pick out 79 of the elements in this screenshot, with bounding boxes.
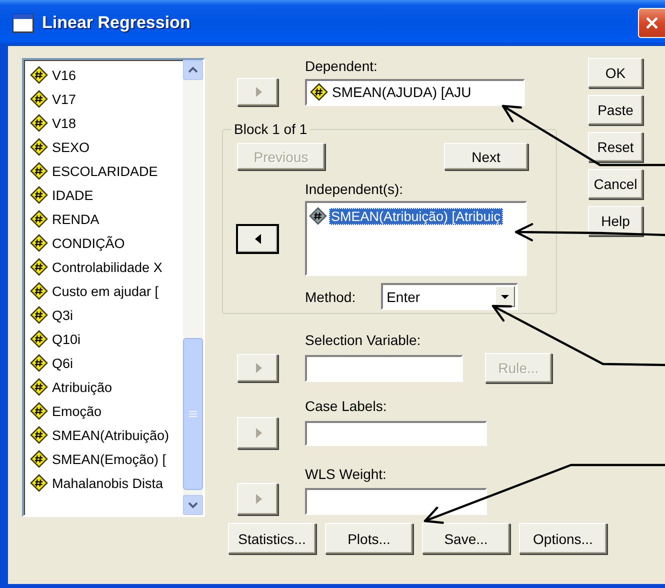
input-field[interactable] xyxy=(305,488,487,515)
variable-item[interactable]: ESCOLARIDADE xyxy=(52,164,158,178)
scale-variable-icon xyxy=(310,83,328,101)
independents-list[interactable]: SMEAN(Atribuição) [Atribuiç xyxy=(305,201,527,276)
variable-list[interactable]: V16 V17 V18 SEXO ESCOLARIDADE IDADE RENDA CONDIÇÃO Controlabilidade X Custo em ajudar [ Q3i Q10i Q6i Atribuição Emoção SMEAN(Atribuição) SMEAN(Emoção) [ Mahalanobis Dista xyxy=(22,58,205,517)
variable-item[interactable]: Mahalanobis Dista xyxy=(52,476,164,490)
variable-item[interactable]: V16 xyxy=(52,68,76,82)
scale-variable-icon xyxy=(30,162,48,180)
close-button[interactable] xyxy=(638,8,665,38)
scale-variable-icon xyxy=(30,258,48,276)
scroll-thumb[interactable] xyxy=(183,338,203,490)
scale-variable-icon xyxy=(30,90,48,108)
next-button[interactable]: Next xyxy=(444,143,528,170)
variable-item[interactable]: Q3i xyxy=(52,308,74,322)
close-icon xyxy=(645,16,659,30)
variable-item[interactable]: V17 xyxy=(52,92,76,106)
scrollbar[interactable] xyxy=(183,60,203,515)
scale-variable-icon xyxy=(30,66,48,84)
scale-variable-icon xyxy=(30,450,48,468)
scale-variable-icon xyxy=(30,210,48,228)
field-label: Case Labels: xyxy=(304,398,388,414)
field-label: Method: xyxy=(305,288,356,304)
options-button[interactable]: Options... xyxy=(519,523,607,554)
window-title: Linear Regression xyxy=(42,13,190,33)
scale-variable-icon xyxy=(30,402,48,420)
dependent-field[interactable]: SMEAN(AJUDA) [AJU xyxy=(305,78,525,106)
field-label: Independent(s): xyxy=(304,181,404,197)
scroll-up-button[interactable] xyxy=(183,60,203,80)
variable-item[interactable]: Custo em ajudar [ xyxy=(52,284,159,298)
method-dropdown[interactable]: Enter xyxy=(380,283,518,310)
variable-item[interactable]: IDADE xyxy=(52,188,94,202)
window-icon xyxy=(12,13,34,33)
variable-item[interactable]: Q6i xyxy=(52,356,74,370)
scale-variable-icon xyxy=(30,306,48,324)
ok-button[interactable]: OK xyxy=(588,58,643,88)
variable-item[interactable]: V18 xyxy=(52,116,76,130)
scale-variable-icon xyxy=(30,282,48,300)
scale-variable-icon xyxy=(30,426,48,444)
scale-variable-icon xyxy=(30,354,48,372)
reset-button[interactable]: Reset xyxy=(588,132,643,162)
save-button[interactable]: Save... xyxy=(422,523,510,554)
chevron-up-icon xyxy=(188,66,198,74)
variable-item[interactable]: SMEAN(Atribuição) xyxy=(52,428,170,442)
caret-icon xyxy=(500,294,510,300)
field-label: Selection Variable: xyxy=(304,332,422,348)
dropdown-value: Enter xyxy=(386,288,422,304)
cancel-button[interactable]: Cancel xyxy=(588,169,643,199)
grip-icon xyxy=(189,410,197,418)
scale-variable-icon xyxy=(30,114,48,132)
variable-item[interactable]: Controlabilidade X xyxy=(52,260,162,274)
statistics-button[interactable]: Statistics... xyxy=(228,523,316,554)
variable-item[interactable]: Q10i xyxy=(52,332,81,346)
list-item[interactable]: SMEAN(Atribuição) [Atribuiç xyxy=(329,208,503,224)
plots-button[interactable]: Plots... xyxy=(325,523,413,554)
variable-item[interactable]: Emoção xyxy=(52,404,102,418)
scale-variable-icon xyxy=(30,234,48,252)
variable-item[interactable]: SMEAN(Emoção) [ xyxy=(52,452,166,466)
dropdown-button[interactable] xyxy=(494,286,515,307)
move-arrow-button[interactable] xyxy=(237,224,278,252)
scale-variable-icon xyxy=(30,186,48,204)
input-field[interactable] xyxy=(305,354,463,382)
chevron-down-icon xyxy=(188,501,198,509)
variable-item[interactable]: CONDIÇÃO xyxy=(52,236,125,250)
input-field[interactable] xyxy=(305,420,487,446)
group-title: Block 1 of 1 xyxy=(233,121,308,137)
variable-item[interactable]: Atribuição xyxy=(52,380,112,394)
scale-variable-icon xyxy=(30,138,48,156)
field-value: SMEAN(AJUDA) [AJU xyxy=(332,84,472,100)
scale-variable-icon xyxy=(30,378,48,396)
scale-variable-icon xyxy=(30,474,48,492)
paste-button[interactable]: Paste xyxy=(588,95,643,125)
help-button[interactable]: Help xyxy=(588,206,643,236)
variable-item[interactable]: RENDA xyxy=(52,212,100,226)
scale-variable-icon xyxy=(309,207,327,225)
field-label: WLS Weight: xyxy=(304,466,388,482)
variable-item[interactable]: SEXO xyxy=(52,140,90,154)
scroll-down-button[interactable] xyxy=(183,495,203,515)
field-label: Dependent: xyxy=(304,58,378,74)
scale-variable-icon xyxy=(30,330,48,348)
